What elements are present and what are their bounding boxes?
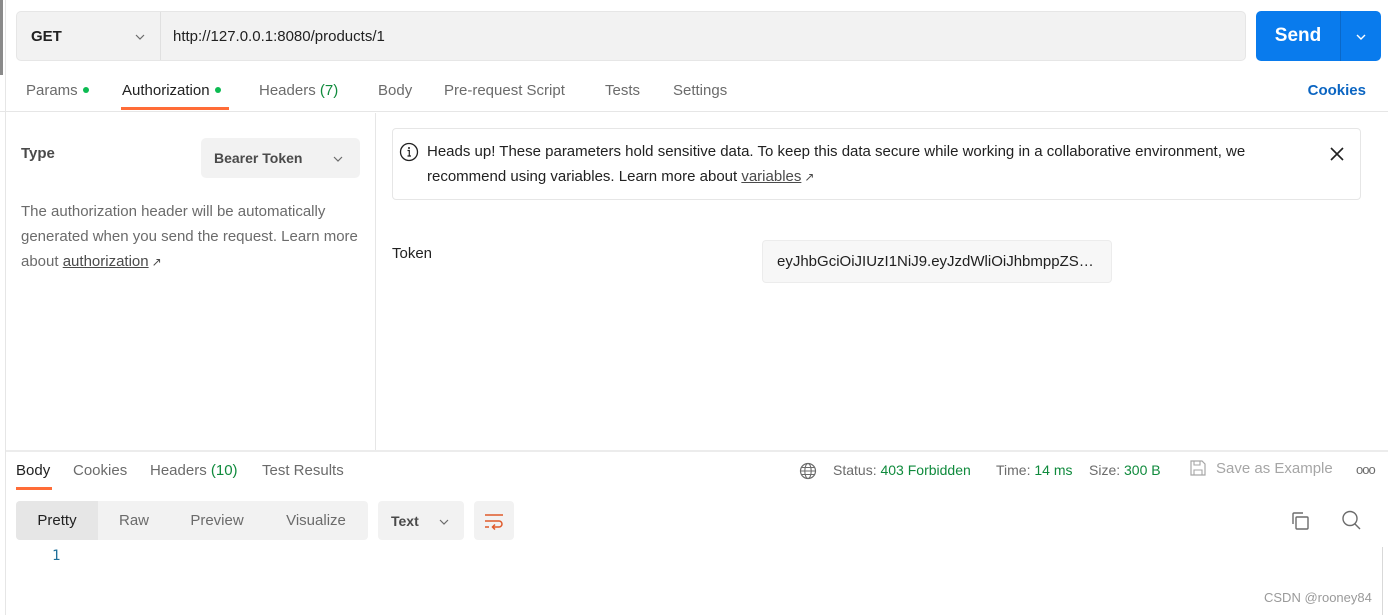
status-dot	[82, 87, 89, 94]
response-status: Status: 403 Forbidden	[833, 462, 971, 478]
copy-icon[interactable]	[1290, 510, 1312, 532]
chevron-down-icon	[438, 515, 450, 527]
watermark: CSDN @rooney84	[1264, 590, 1372, 605]
more-options-icon[interactable]: ooo	[1356, 462, 1376, 477]
status-dot	[214, 87, 221, 94]
request-tabs: Params Authorization Headers (7) Body Pr…	[0, 72, 1388, 112]
size-value[interactable]: 300 B	[1124, 462, 1161, 478]
save-as-example-button[interactable]: Save as Example	[1189, 459, 1333, 477]
tab-settings[interactable]: Settings	[673, 82, 727, 99]
send-button-group: Send	[1256, 11, 1381, 61]
format-select[interactable]: Text	[378, 501, 464, 540]
response-tab-body[interactable]: Body	[16, 462, 50, 479]
time-value[interactable]: 14 ms	[1034, 462, 1072, 478]
response-view-switcher: Pretty Raw Preview Visualize	[16, 501, 368, 540]
tab-headers[interactable]: Headers (7)	[259, 82, 338, 99]
tab-tests[interactable]: Tests	[605, 82, 640, 99]
tab-body[interactable]: Body	[378, 82, 412, 99]
globe-icon[interactable]	[799, 462, 817, 480]
auth-description: The authorization header will be automat…	[21, 199, 361, 275]
tab-label: Authorization	[122, 82, 210, 99]
chevron-down-icon	[134, 30, 146, 42]
chevron-down-icon	[332, 152, 344, 164]
line-number: 1	[52, 548, 61, 564]
tab-label: Tests	[605, 82, 641, 99]
response-tabs: Body Cookies Headers (10) Test Results S…	[0, 452, 1388, 492]
status-value[interactable]: 403 Forbidden	[880, 462, 970, 478]
response-tab-headers[interactable]: Headers (10)	[150, 462, 238, 479]
external-link-icon: ↗	[151, 255, 162, 269]
time-label: Time:	[996, 462, 1031, 478]
send-button[interactable]: Send	[1256, 11, 1340, 61]
size-label: Size:	[1089, 462, 1121, 478]
cookies-link[interactable]: Cookies	[1308, 82, 1366, 99]
tab-count: (10)	[210, 462, 238, 479]
wrap-lines-icon	[485, 513, 503, 530]
active-tab-indicator	[16, 487, 52, 490]
response-tab-test-results[interactable]: Test Results	[262, 462, 344, 479]
tab-params[interactable]: Params	[26, 82, 89, 99]
scrollbar-thumb[interactable]	[0, 0, 3, 75]
token-input[interactable]: eyJhbGciOiJIUzI1NiJ9.eyJzdWliOiJhbmppZSI…	[762, 240, 1112, 283]
wrap-lines-button[interactable]	[474, 501, 514, 540]
view-pretty[interactable]: Pretty	[16, 501, 98, 540]
close-icon[interactable]	[1328, 145, 1346, 163]
view-raw[interactable]: Raw	[98, 501, 170, 540]
tab-label: Pre-request Script	[444, 82, 565, 99]
status-label: Status:	[833, 462, 877, 478]
sensitive-data-banner: Heads up! These parameters hold sensitiv…	[392, 128, 1361, 200]
save-icon	[1190, 460, 1206, 476]
response-size: Size: 300 B	[1089, 462, 1161, 478]
chevron-down-icon	[1355, 30, 1367, 42]
info-icon	[399, 142, 419, 162]
active-tab-indicator	[121, 107, 229, 110]
external-link-icon: ↗	[804, 170, 815, 184]
search-icon[interactable]	[1340, 509, 1362, 531]
variables-link[interactable]: variables	[741, 168, 801, 185]
auth-type-panel: Type Bearer Token The authorization head…	[6, 113, 376, 450]
auth-type-select[interactable]: Bearer Token	[201, 138, 360, 178]
banner-message: Heads up! These parameters hold sensitiv…	[427, 143, 1246, 185]
format-value: Text	[391, 512, 419, 529]
tab-authorization[interactable]: Authorization	[122, 82, 221, 99]
url-input[interactable]	[161, 12, 1245, 60]
tab-label: Headers	[150, 462, 207, 479]
auth-type-value: Bearer Token	[214, 150, 303, 166]
tab-label: Headers	[259, 82, 316, 99]
tab-count: (7)	[319, 82, 339, 99]
view-visualize[interactable]: Visualize	[264, 501, 368, 540]
url-bar: GET	[16, 11, 1246, 61]
tab-pre-request-script[interactable]: Pre-request Script	[444, 82, 565, 99]
save-as-example-label: Save as Example	[1216, 459, 1333, 477]
authorization-link[interactable]: authorization	[63, 253, 149, 270]
method-label: GET	[31, 27, 62, 45]
send-options-button[interactable]	[1340, 11, 1381, 61]
view-preview[interactable]: Preview	[170, 501, 264, 540]
response-tab-cookies[interactable]: Cookies	[73, 462, 127, 479]
tab-label: Settings	[673, 82, 728, 99]
tab-label: Body	[378, 82, 413, 99]
type-label: Type	[21, 145, 55, 162]
banner-text: Heads up! These parameters hold sensitiv…	[427, 139, 1317, 190]
tab-label: Params	[26, 82, 78, 99]
response-time: Time: 14 ms	[996, 462, 1073, 478]
token-label: Token	[392, 245, 433, 262]
method-select[interactable]: GET	[17, 12, 161, 60]
editor-scrollbar[interactable]	[1382, 547, 1383, 615]
